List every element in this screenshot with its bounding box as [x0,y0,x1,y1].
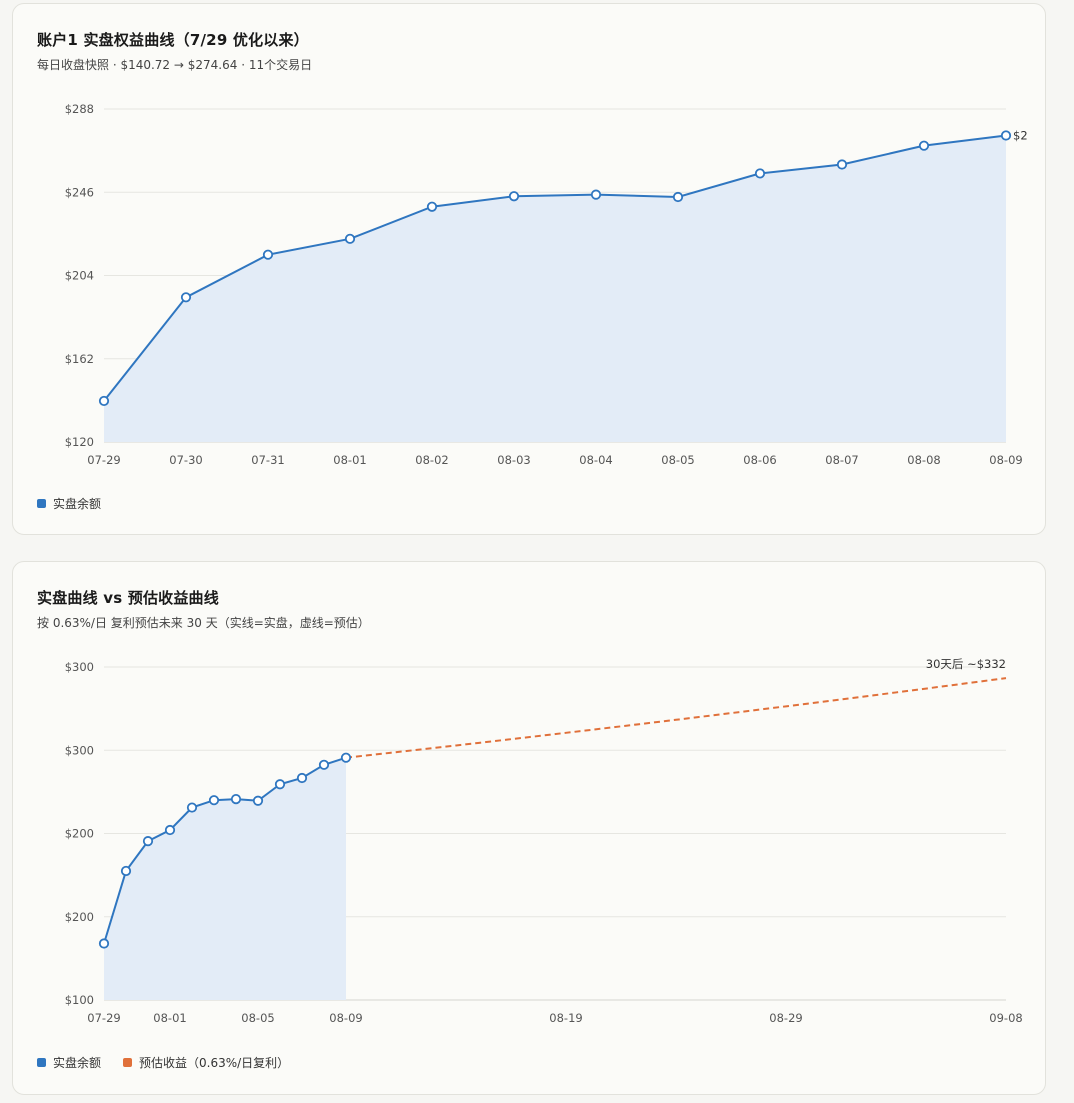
data-point [836,159,848,170]
series-line-forecast [345,677,1007,759]
data-point [426,201,438,212]
y-tick-label: $300 [65,660,94,674]
data-point [164,824,176,836]
data-point [98,938,110,949]
chart1-plot: $120 $162 $204 $246 $288 07-29 07-30 07-31 08-01… [65,102,1028,467]
x-tick-label: 08-29 [769,1011,802,1025]
data-point [262,249,274,260]
y-tick-label: $300 [65,743,94,757]
legend-item-actual[interactable]: 实盘余额 [37,495,101,512]
legend-swatch-actual [37,1058,46,1067]
data-point [1000,130,1012,141]
legend-label-forecast: 预估收益（0.63%/日复利） [139,1056,290,1070]
data-point [918,140,930,151]
data-point [142,836,154,847]
data-point [208,795,220,806]
x-tick-label: 08-08 [907,453,940,467]
y-tick-label: $288 [65,102,94,116]
x-tick-label: 08-01 [153,1011,186,1025]
data-point [344,233,356,244]
data-point [590,189,602,200]
end-value-label: $2 [1013,128,1028,142]
legend-label-actual: 实盘余额 [53,497,102,511]
data-point [230,793,242,805]
legend-item-forecast[interactable]: 预估收益（0.63%/日复利） [123,1054,289,1071]
x-tick-label: 08-09 [989,453,1022,467]
forecast-end-label: 30天后 ~$332 [926,657,1006,671]
y-tick-label: $204 [65,269,94,283]
data-point [340,752,352,763]
data-point [252,795,264,806]
equity-chart-card: 账户1 实盘权益曲线（7/29 优化以来） 每日收盘快照 · $140.72 →… [12,3,1046,535]
x-tick-label: 08-03 [497,453,530,467]
x-tick-label: 09-08 [989,1011,1022,1025]
x-tick-label: 08-07 [825,453,858,467]
y-tick-label: $100 [65,993,94,1007]
chart1-legend: 实盘余额 [37,495,123,512]
y-tick-label: $246 [65,185,94,199]
x-tick-label: 08-09 [329,1011,362,1025]
x-tick-label: 07-29 [87,453,120,467]
data-point [318,759,330,770]
legend-label-actual: 实盘余额 [53,1056,102,1070]
series-area-actual [104,757,346,1000]
x-tick-label: 08-05 [661,453,694,467]
x-tick-label: 08-02 [415,453,448,467]
legend-swatch-actual [37,499,46,508]
legend-item-actual[interactable]: 实盘余额 [37,1054,101,1071]
x-tick-label: 07-29 [87,1011,120,1025]
data-point [120,865,132,877]
x-tick-label: 07-30 [169,453,202,467]
series-area-actual [104,135,1006,442]
data-point [754,168,766,179]
x-tick-label: 08-05 [241,1011,274,1025]
forecast-chart-card: 实盘曲线 vs 预估收益曲线 按 0.63%/日 复利预估未来 30 天（实线=… [12,561,1046,1095]
data-point [296,772,308,784]
legend-swatch-forecast [123,1058,133,1067]
data-point [98,395,110,407]
data-point [180,292,192,303]
chart2-legend: 实盘余额 预估收益（0.63%/日复利） [37,1054,311,1071]
y-tick-label: $162 [65,352,94,366]
x-tick-label: 08-01 [333,453,366,467]
y-tick-label: $200 [65,827,94,841]
chart2-plot: $100 $200 $200 $300 $300 07-29 08-01 08-05 08-09… [65,657,1023,1025]
x-tick-label: 08-06 [743,453,776,467]
data-point [186,802,198,813]
data-point [508,191,520,202]
data-point [274,779,286,790]
x-tick-label: 08-04 [579,453,612,467]
y-tick-label: $200 [65,910,94,924]
x-tick-label: 07-31 [251,453,284,467]
data-point [672,191,684,203]
y-tick-label: $120 [65,435,94,449]
x-tick-label: 08-19 [549,1011,582,1025]
